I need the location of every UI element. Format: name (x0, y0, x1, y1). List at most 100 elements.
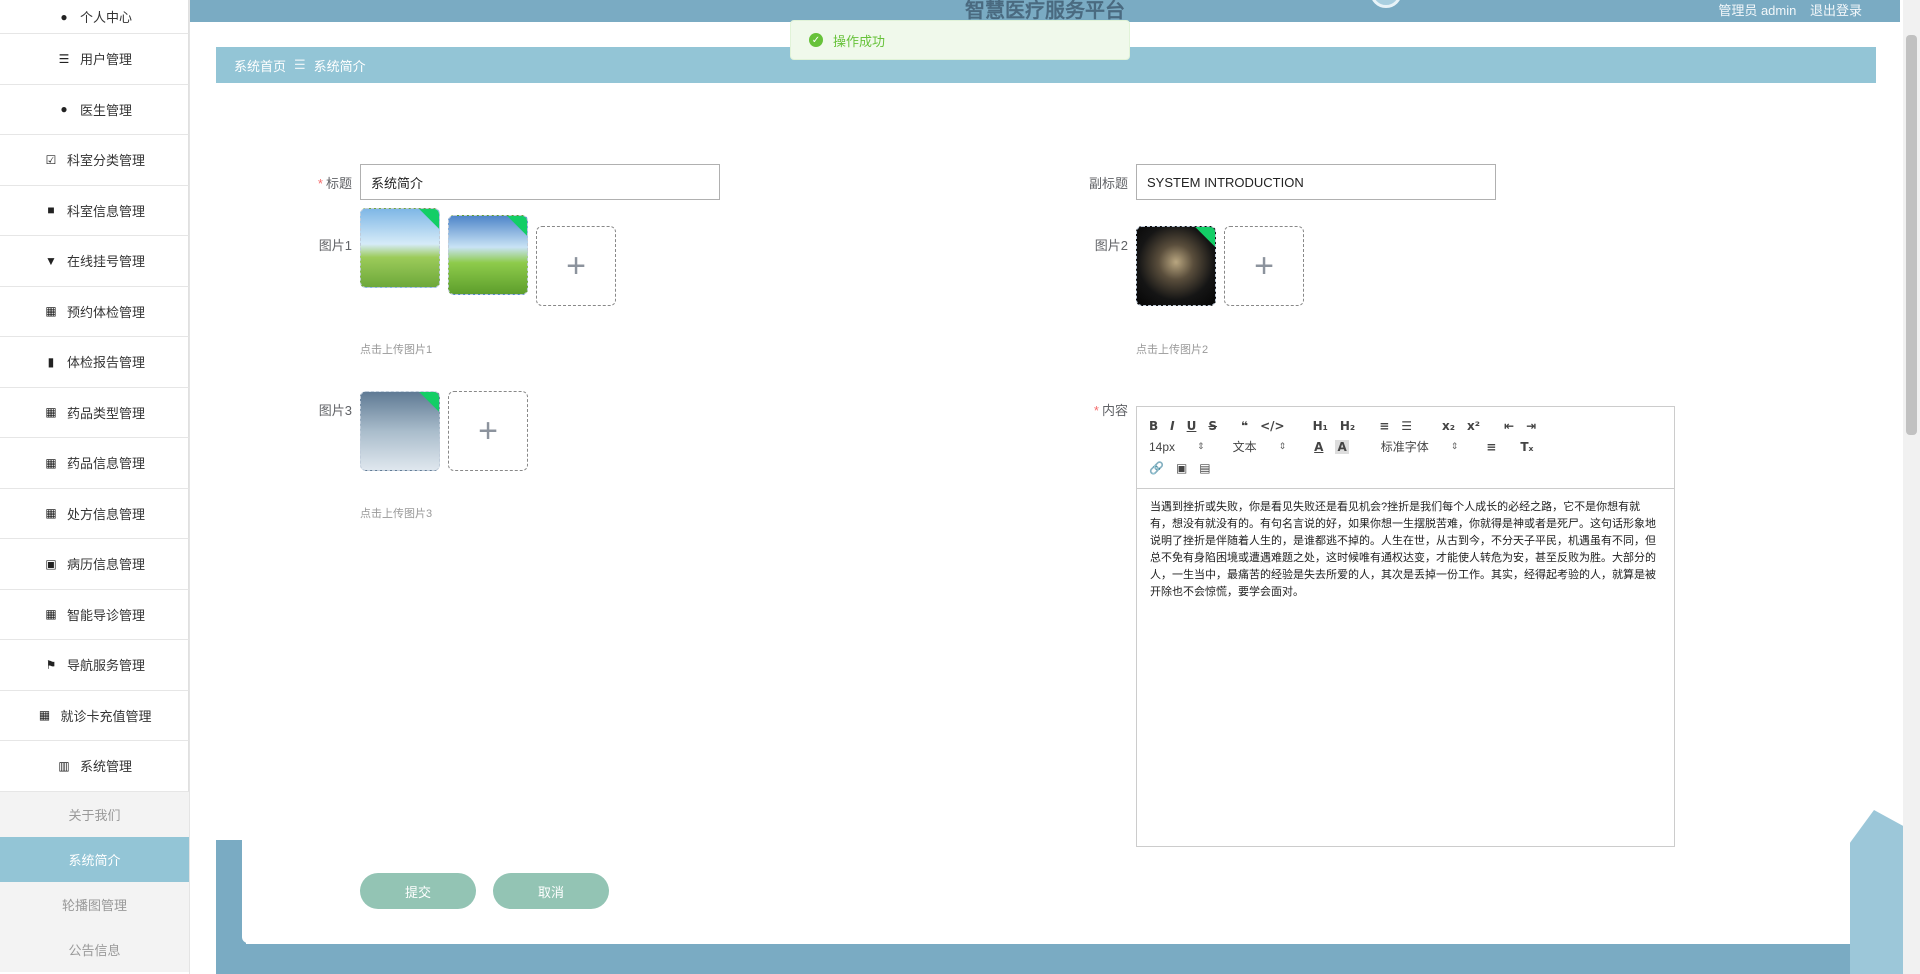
success-corner-icon (1195, 227, 1215, 247)
grid-icon: ▦ (45, 506, 57, 521)
grid-icon: ▦ (45, 455, 57, 470)
image1-thumbnail-2[interactable] (448, 215, 528, 295)
strikethrough-icon[interactable]: S (1208, 419, 1217, 433)
clear-format-icon[interactable]: Tₓ (1520, 440, 1533, 454)
sidebar-item-registration[interactable]: ▼ 在线挂号管理 (0, 236, 189, 287)
bullet-list-icon[interactable]: ☰ (1401, 419, 1412, 433)
sidebar-item-checkup-report[interactable]: ▮ 体检报告管理 (0, 337, 189, 388)
image2-upload-button[interactable]: + (1224, 226, 1304, 306)
sidebar-item-prescription[interactable]: ▦ 处方信息管理 (0, 488, 189, 539)
underline-icon[interactable]: U (1187, 419, 1197, 433)
sidebar-item-doctors[interactable]: ● 医生管理 (0, 84, 189, 135)
breadcrumb-current: 系统简介 (313, 58, 366, 74)
subscript-icon[interactable]: x₂ (1442, 419, 1455, 433)
italic-icon[interactable]: I (1170, 419, 1174, 433)
sidebar-item-label: 科室信息管理 (66, 203, 145, 219)
topbar: 智慧医疗服务平台 管理员 admin 退出登录 (190, 0, 1900, 22)
subtitle-input[interactable]: SYSTEM INTRODUCTION (1136, 164, 1496, 200)
bold-icon[interactable]: B (1149, 419, 1158, 433)
font-color-icon[interactable]: A (1314, 440, 1323, 454)
sidebar-item-users[interactable]: ☰ 用户管理 (0, 34, 189, 85)
sidebar-item-medical-record[interactable]: ▣ 病历信息管理 (0, 539, 189, 590)
video-icon[interactable]: ▤ (1199, 461, 1210, 475)
sidebar-item-drug-info[interactable]: ▦ 药品信息管理 (0, 438, 189, 489)
image1-upload-button[interactable]: + (536, 226, 616, 306)
image2-label: 图片2 (1094, 238, 1128, 253)
sidebar-item-navigation[interactable]: ⚑ 导航服务管理 (0, 640, 189, 691)
plus-icon: + (478, 411, 498, 450)
ticket-icon: ▣ (45, 556, 57, 571)
align-icon[interactable]: ≡ (1486, 440, 1496, 454)
success-corner-icon (419, 209, 439, 229)
sidebar-item-system[interactable]: ▥ 系统管理 (0, 741, 189, 792)
success-toast: ✓ 操作成功 (790, 20, 1130, 60)
sidebar-item-dept-category[interactable]: ☑ 科室分类管理 (0, 135, 189, 186)
sidebar-item-label: 体检报告管理 (66, 355, 145, 371)
image2-hint: 点击上传图片2 (1136, 344, 1209, 356)
ordered-list-icon[interactable]: ≡ (1379, 419, 1389, 433)
font-family-select[interactable]: 标准字体 ⇕ (1381, 438, 1459, 455)
sidebar-item-label: 病历信息管理 (66, 557, 145, 573)
required-mark: * (1093, 403, 1099, 418)
sidebar-item-label: 系统管理 (79, 759, 132, 775)
indent-icon[interactable]: ⇥ (1526, 419, 1536, 433)
logout-link[interactable]: 退出登录 (1810, 3, 1862, 18)
image-icon[interactable]: ▣ (1176, 461, 1187, 475)
sidebar-subitem-notice[interactable]: 公告信息 (0, 926, 189, 972)
scrollbar-thumb[interactable] (1906, 35, 1917, 435)
image3-upload-button[interactable]: + (448, 391, 528, 471)
sidebar-item-smart-guide[interactable]: ▦ 智能导诊管理 (0, 589, 189, 640)
breadcrumb-separator-icon: ☰ (294, 57, 306, 72)
font-size-select[interactable]: 14px ⇕ (1149, 440, 1205, 454)
decorative-band-bottom (216, 944, 1876, 974)
title-label: * 标题 (317, 176, 352, 191)
title-input[interactable]: 系统简介 (360, 164, 720, 200)
breadcrumb-home[interactable]: 系统首页 (234, 56, 286, 75)
chevron-updown-icon: ⇕ (1197, 441, 1205, 451)
sidebar-subitem-carousel[interactable]: 轮播图管理 (0, 881, 189, 927)
sidebar-item-label: 智能导诊管理 (66, 607, 145, 623)
image3-thumbnail[interactable] (360, 391, 440, 471)
chevron-updown-icon: ⇕ (1450, 441, 1459, 451)
header1-icon[interactable]: H₁ (1313, 419, 1328, 433)
image2-thumbnail[interactable] (1136, 226, 1216, 306)
grid-icon: ▦ (45, 304, 57, 319)
books-icon: ▮ (47, 354, 55, 369)
sidebar-item-label: 处方信息管理 (66, 506, 145, 522)
sidebar-item-label: 药品类型管理 (66, 405, 145, 421)
sidebar-item-label: 药品信息管理 (66, 456, 145, 472)
cancel-button[interactable]: 取消 (493, 873, 609, 909)
image1-label: 图片1 (318, 238, 352, 253)
sidebar-item-checkup-booking[interactable]: ▦ 预约体检管理 (0, 286, 189, 337)
header2-icon[interactable]: H₂ (1340, 419, 1355, 433)
image1-hint: 点击上传图片1 (360, 344, 433, 356)
blockquote-icon[interactable]: ❝ (1241, 419, 1248, 433)
image1-thumbnail-1[interactable] (360, 208, 440, 288)
sidebar: ● 个人中心 ☰ 用户管理 ● 医生管理 ☑ 科室分类管理 ■ 科室信息管理 ▼… (0, 0, 190, 974)
sidebar-item-dept-info[interactable]: ■ 科室信息管理 (0, 185, 189, 236)
pin-icon: ● (60, 102, 68, 117)
grid-icon: ▦ (45, 405, 57, 420)
grid-icon: ▦ (45, 607, 57, 622)
submit-button[interactable]: 提交 (360, 873, 476, 909)
block-type-select[interactable]: 文本 ⇕ (1233, 438, 1287, 455)
outdent-icon[interactable]: ⇤ (1504, 419, 1514, 433)
scrollbar[interactable] (1903, 0, 1920, 974)
background-color-icon[interactable]: A (1335, 439, 1349, 454)
user-label: 管理员 admin (1718, 3, 1797, 18)
check-icon: ✓ (809, 33, 823, 47)
plus-icon: + (566, 246, 586, 285)
sidebar-subitem-intro[interactable]: 系统简介 (0, 836, 189, 882)
briefcase-icon: ■ (47, 203, 55, 218)
link-icon[interactable]: 🔗 (1149, 461, 1164, 475)
code-icon[interactable]: </> (1260, 419, 1285, 433)
list-icon: ☰ (58, 51, 70, 66)
success-corner-icon (419, 392, 439, 412)
editor-content[interactable]: 当遇到挫折或失败，你是看见失败还是看见机会?挫折是我们每个人成长的必经之路，它不… (1137, 489, 1674, 611)
sidebar-item-profile[interactable]: ● 个人中心 (0, 0, 189, 34)
image3-label: 图片3 (318, 403, 352, 418)
sidebar-subitem-about[interactable]: 关于我们 (0, 791, 189, 837)
sidebar-item-card-recharge[interactable]: ▦ 就诊卡充值管理 (0, 690, 189, 741)
sidebar-item-drug-type[interactable]: ▦ 药品类型管理 (0, 387, 189, 438)
superscript-icon[interactable]: x² (1467, 419, 1480, 433)
